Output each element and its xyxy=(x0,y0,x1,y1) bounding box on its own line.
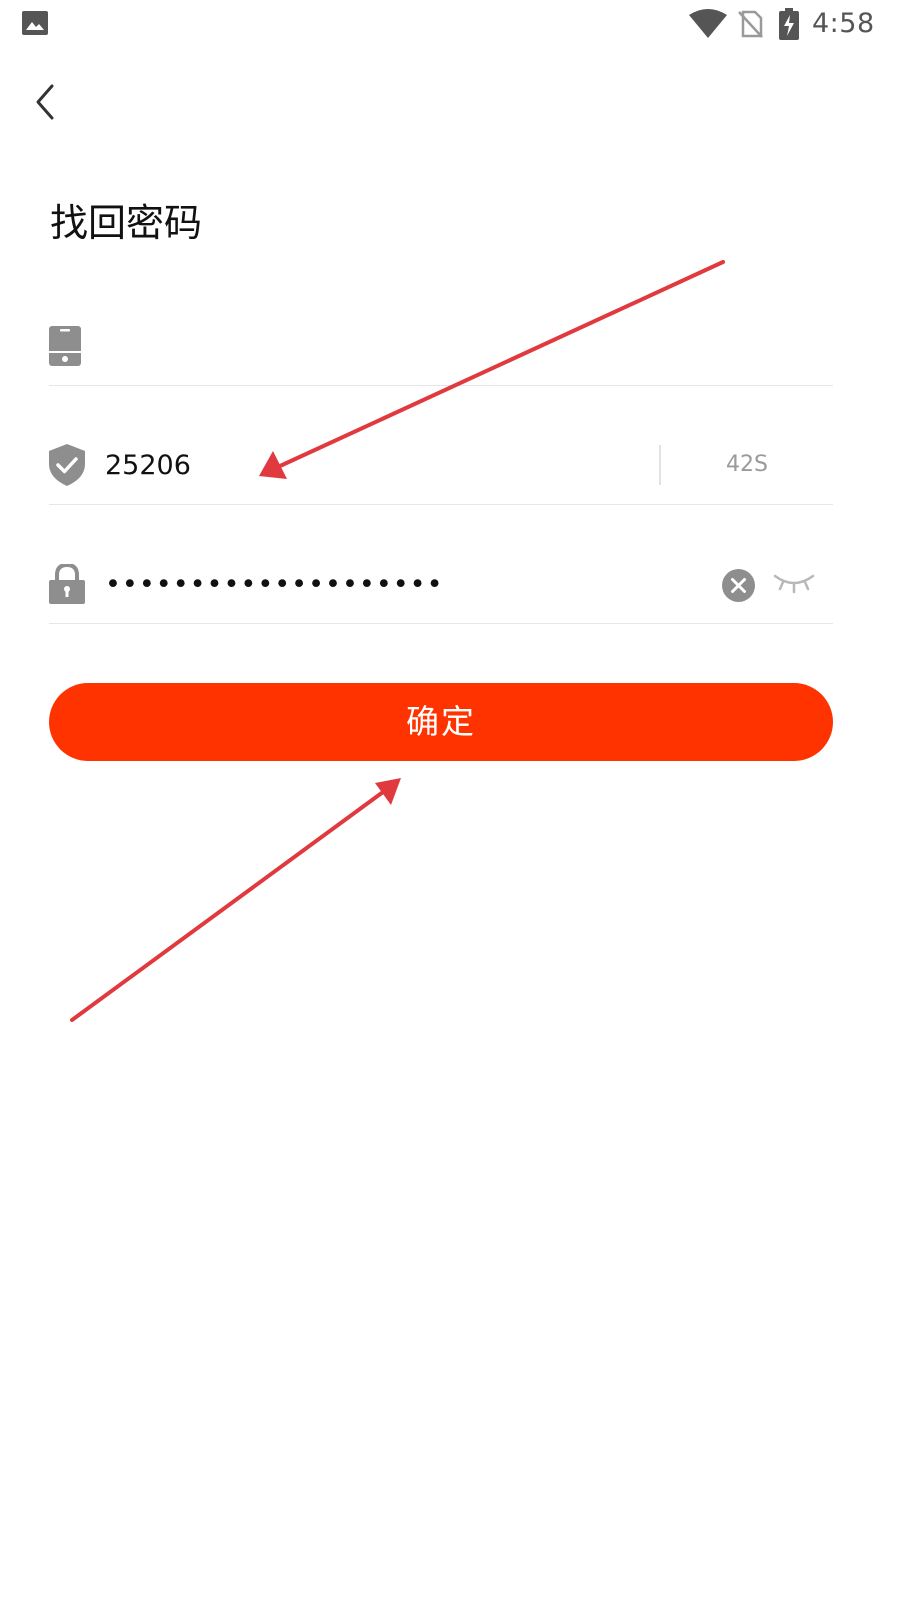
phone-input[interactable] xyxy=(105,324,805,368)
verification-code-row: 42S xyxy=(49,387,833,505)
gallery-icon xyxy=(22,11,48,35)
confirm-button[interactable]: 确定 xyxy=(49,683,833,761)
shield-check-icon xyxy=(49,444,85,486)
back-button[interactable] xyxy=(26,78,70,126)
toggle-password-visibility[interactable] xyxy=(773,572,815,594)
lock-icon xyxy=(49,564,85,604)
divider xyxy=(659,445,661,485)
phone-row xyxy=(49,268,833,386)
resend-countdown[interactable]: 42S xyxy=(689,447,805,483)
arrow-to-confirm-button xyxy=(70,778,401,1022)
page-title: 找回密码 xyxy=(50,201,203,245)
password-input[interactable] xyxy=(105,562,705,606)
password-row xyxy=(49,506,833,624)
clear-button[interactable] xyxy=(722,569,755,602)
wifi-icon xyxy=(689,9,727,38)
chevron-left-icon xyxy=(36,84,54,120)
verification-code-input[interactable] xyxy=(105,443,645,487)
status-bar: 4:58 xyxy=(0,0,900,50)
clear-icon xyxy=(722,569,755,602)
phone-icon xyxy=(49,326,81,366)
battery-charging-icon xyxy=(779,8,799,40)
status-time: 4:58 xyxy=(812,8,875,39)
no-sim-icon xyxy=(738,10,763,38)
eye-closed-icon xyxy=(773,574,815,594)
